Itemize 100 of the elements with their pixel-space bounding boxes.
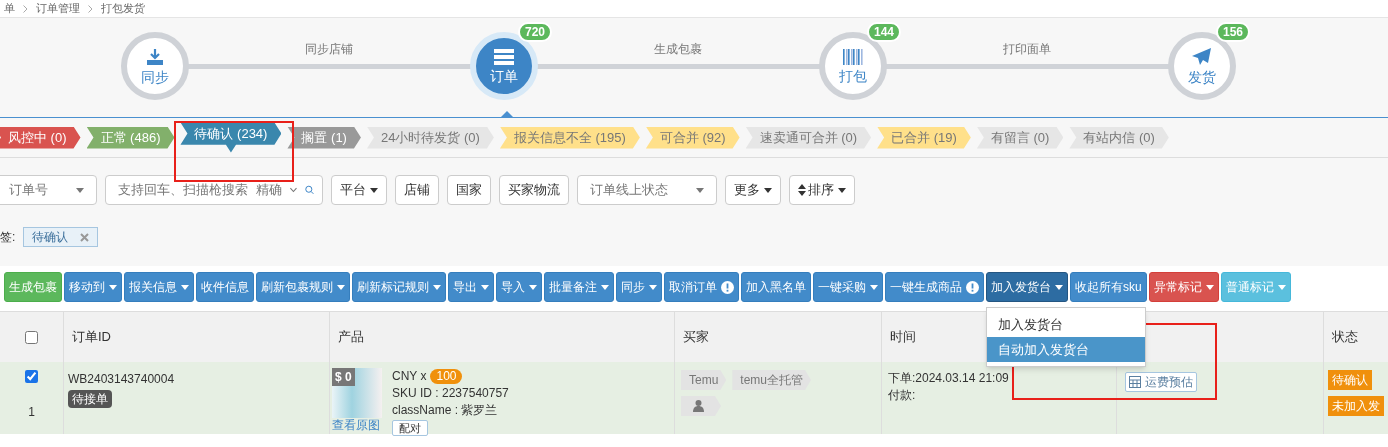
server-icon xyxy=(494,49,514,65)
toolbar-button[interactable]: 异常标记 xyxy=(1148,272,1219,302)
toolbar-button[interactable]: 一键采购 xyxy=(813,272,883,302)
sort-icon xyxy=(798,184,806,196)
order-status-badge: 待接单 xyxy=(68,390,112,408)
caret-icon xyxy=(764,187,772,193)
sku-text: SKU ID : 2237540757 xyxy=(392,385,509,402)
download-icon xyxy=(146,48,164,66)
filter-button[interactable]: 排序 xyxy=(789,175,855,205)
toolbar-button[interactable]: 刷新标记规则 xyxy=(352,272,446,302)
toolbar-button[interactable]: 取消订单 xyxy=(664,272,739,302)
toolbar-button[interactable]: 加入发货台 xyxy=(986,272,1068,302)
caret-icon xyxy=(696,187,704,193)
column-header: 状态 xyxy=(1324,312,1388,362)
toolbar-button[interactable]: 移动到 xyxy=(64,272,122,302)
count-badge: 156 xyxy=(1215,22,1250,42)
status-tab[interactable]: 风控中 (0) xyxy=(0,126,81,149)
menu-item[interactable]: 自动加入发货台 xyxy=(987,337,1145,362)
payment-time: 付款: xyxy=(888,387,916,404)
filter-button[interactable]: 平台 xyxy=(331,175,387,205)
count-badge: 144 xyxy=(866,22,901,42)
count-badge: 720 xyxy=(517,22,552,42)
filter-button[interactable]: 买家物流 xyxy=(499,175,569,205)
buyer-tag: temu全托管 xyxy=(732,370,812,390)
status-tab[interactable]: 速卖通可合并 (0) xyxy=(745,126,872,149)
pair-button[interactable]: 配对 xyxy=(392,420,428,436)
step-label: 订单 xyxy=(490,69,518,83)
user-icon xyxy=(693,400,704,412)
toolbar-button[interactable]: 导入 xyxy=(496,272,542,302)
price-tag: $ 0 xyxy=(332,368,355,386)
toolbar-button[interactable]: 批量备注 xyxy=(544,272,614,302)
toolbar-button[interactable]: 导出 xyxy=(448,272,494,302)
column-header: 买家 xyxy=(675,312,882,362)
class-name-text: className : 紫罗兰 xyxy=(392,402,499,419)
step-connector-label: 同步店铺 xyxy=(305,41,353,58)
filter-button[interactable]: 更多 xyxy=(725,175,781,205)
status-tab[interactable]: 可合并 (92) xyxy=(645,126,740,149)
workflow-step[interactable]: 同步 xyxy=(121,32,189,100)
paper-plane-icon xyxy=(1192,48,1212,66)
breadcrumb-link[interactable]: 单 xyxy=(4,0,15,17)
caret-icon xyxy=(433,284,441,290)
caret-icon xyxy=(76,187,84,193)
currency-text: CNY x xyxy=(392,368,427,385)
caret-icon xyxy=(109,284,117,290)
shipping-estimate-button[interactable]: 运费预估 xyxy=(1125,372,1197,392)
step-label: 同步 xyxy=(141,70,169,84)
select-field[interactable]: 订单线上状态 xyxy=(577,175,717,205)
toolbar-button[interactable]: 一键生成商品 xyxy=(885,272,984,302)
step-label: 打包 xyxy=(839,69,867,83)
status-tab[interactable]: 报关信息不全 (195) xyxy=(499,126,640,149)
caret-icon xyxy=(181,284,189,290)
caret-icon xyxy=(529,284,537,290)
quantity-badge: 100 xyxy=(430,369,463,384)
status-tab[interactable]: 有留言 (0) xyxy=(976,126,1064,149)
status-badge: 待确认 xyxy=(1328,370,1372,390)
step-label: 发货 xyxy=(1188,70,1216,84)
row-number: 1 xyxy=(28,404,35,421)
view-image-link[interactable]: 查看原图 xyxy=(332,418,380,432)
toolbar-button[interactable]: 报关信息 xyxy=(124,272,194,302)
caret-icon xyxy=(1055,284,1063,290)
toolbar-button[interactable]: 加入黑名单 xyxy=(741,272,811,302)
filter-chip[interactable]: 待确认 xyxy=(23,227,99,247)
caret-icon xyxy=(337,284,345,290)
order-id: WB2403143740004 xyxy=(68,371,175,388)
status-tab[interactable]: 24小时待发货 (0) xyxy=(366,126,494,149)
status-badge: 未加入发 xyxy=(1328,396,1384,416)
status-tab[interactable]: 搁置 (1) xyxy=(287,126,361,149)
status-tab[interactable]: 正常 (486) xyxy=(86,126,175,149)
status-tab[interactable]: 已合并 (19) xyxy=(877,126,971,149)
column-header: 订单ID xyxy=(64,312,330,362)
toolbar-button[interactable]: 收件信息 xyxy=(196,272,254,302)
filter-label: 签: xyxy=(0,229,16,246)
caret-icon xyxy=(370,187,378,193)
close-icon[interactable] xyxy=(80,232,90,242)
calculator-icon xyxy=(1129,376,1141,388)
filter-button[interactable]: 国家 xyxy=(447,175,491,205)
status-tab[interactable]: 待确认 (234) xyxy=(180,122,282,153)
barcode-icon xyxy=(843,49,863,65)
search-icon xyxy=(304,184,314,196)
caret-icon xyxy=(1205,284,1214,290)
alert-icon xyxy=(966,280,979,294)
match-mode-select[interactable]: 精确 xyxy=(256,180,282,200)
toolbar-button[interactable]: 普通标记 xyxy=(1220,272,1291,302)
search-field[interactable]: 支持回车、扫描枪搜索 精确 xyxy=(105,175,323,205)
breadcrumb-link[interactable]: 订单管理 xyxy=(36,0,80,17)
toolbar-button[interactable]: 生成包裹 xyxy=(4,272,62,302)
placeholder-text: 支持回车、扫描枪搜索 xyxy=(118,181,248,200)
select-field[interactable]: 订单号 xyxy=(0,175,97,205)
filter-button[interactable]: 店铺 xyxy=(395,175,439,205)
breadcrumb-link[interactable]: 打包发货 xyxy=(101,0,145,17)
toolbar-button[interactable]: 收起所有sku xyxy=(1070,272,1147,302)
select-all-checkbox[interactable] xyxy=(25,330,38,344)
caret-icon xyxy=(1277,284,1286,290)
toolbar-button[interactable]: 刷新包裹规则 xyxy=(256,272,350,302)
chevron-right-icon xyxy=(88,4,93,13)
caret-icon xyxy=(481,284,489,290)
row-checkbox[interactable] xyxy=(25,370,38,383)
toolbar-button[interactable]: 同步 xyxy=(616,272,662,302)
alert-icon xyxy=(721,280,734,294)
status-tab[interactable]: 有站内信 (0) xyxy=(1069,126,1169,149)
